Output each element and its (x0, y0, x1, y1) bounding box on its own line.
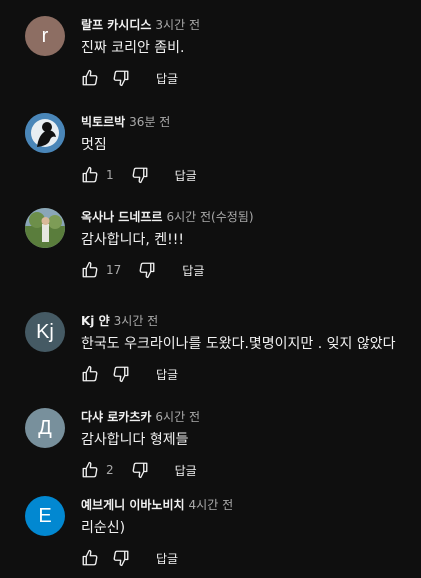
comment-text: 진짜 코리안 좀비. (81, 40, 185, 56)
comment-time[interactable]: 6시간 전 (155, 410, 200, 424)
avatar-image (25, 113, 65, 153)
comment-actions: 답글 (81, 69, 178, 87)
thumbs-up-icon[interactable] (81, 166, 99, 184)
thumbs-down-icon[interactable] (112, 365, 130, 383)
comment-header: 빅토르박 36분 전 (81, 114, 170, 130)
comment-time[interactable]: 4시간 전 (189, 498, 234, 512)
reply-button[interactable]: 답글 (175, 462, 197, 479)
author-name[interactable]: 랄프 카시디스 (81, 18, 151, 32)
thumbs-down-icon[interactable] (112, 549, 130, 567)
avatar-letter: E (38, 504, 52, 527)
avatar-letter: Kj (36, 320, 54, 343)
reply-button[interactable]: 답글 (182, 262, 204, 279)
avatar[interactable] (25, 113, 65, 153)
comment-actions: 17 답글 (81, 261, 204, 279)
avatar-letter: r (41, 24, 49, 47)
comment-header: 다샤 로카츠카 6시간 전 (81, 409, 200, 425)
reply-button[interactable]: 답글 (175, 167, 197, 184)
reply-button[interactable]: 답글 (156, 70, 178, 87)
author-name[interactable]: 예브게니 이바노비치 (81, 498, 185, 512)
comment-time[interactable]: 6시간 전(수정됨) (166, 210, 253, 224)
comment-actions: 답글 (81, 365, 178, 383)
reply-button[interactable]: 답글 (156, 366, 178, 383)
comment-text: 리순신) (81, 520, 126, 536)
thumbs-up-icon[interactable] (81, 461, 99, 479)
comment-text: 멋짐 (81, 137, 107, 153)
comment-actions: 2 답글 (81, 461, 197, 479)
thumbs-up-icon[interactable] (81, 549, 99, 567)
author-name[interactable]: Kj 얀 (81, 314, 110, 328)
comment-actions: 1 답글 (81, 166, 197, 184)
comment-list: r 랄프 카시디스 3시간 전 진짜 코리안 좀비. 답글 빅토르박 36분 전 멋… (0, 0, 421, 578)
comment-header: 예브게니 이바노비치 4시간 전 (81, 497, 233, 513)
avatar[interactable]: r (25, 16, 65, 56)
like-count: 1 (106, 168, 114, 182)
thumbs-up-icon[interactable] (81, 365, 99, 383)
thumbs-down-icon[interactable] (131, 166, 149, 184)
thumbs-down-icon[interactable] (138, 261, 156, 279)
comment-header: 옥사나 드네프르 6시간 전(수정됨) (81, 209, 254, 225)
author-name[interactable]: 다샤 로카츠카 (81, 410, 151, 424)
comment-text: 감사합니다 형제들 (81, 432, 189, 448)
comment-time[interactable]: 3시간 전 (114, 314, 159, 328)
author-name[interactable]: 옥사나 드네프르 (81, 210, 162, 224)
like-count: 17 (106, 263, 122, 277)
comment-text: 한국도 우크라이나를 도왔다.몇명이지만 . 잊지 않았다 (81, 336, 396, 352)
comment-time[interactable]: 3시간 전 (155, 18, 200, 32)
like-count: 2 (106, 463, 114, 477)
avatar-letter: Д (38, 416, 52, 439)
thumbs-down-icon[interactable] (112, 69, 130, 87)
comment-text: 감사합니다, 켄!!! (81, 232, 185, 248)
thumbs-up-icon[interactable] (81, 261, 99, 279)
avatar[interactable] (25, 208, 65, 248)
comment-time[interactable]: 36분 전 (129, 115, 170, 129)
avatar[interactable]: Kj (25, 312, 65, 352)
author-name[interactable]: 빅토르박 (81, 115, 125, 129)
comment-header: Kj 얀 3시간 전 (81, 313, 158, 329)
avatar[interactable]: Д (25, 408, 65, 448)
thumbs-up-icon[interactable] (81, 69, 99, 87)
comment-header: 랄프 카시디스 3시간 전 (81, 17, 200, 33)
reply-button[interactable]: 답글 (156, 550, 178, 567)
comment-actions: 답글 (81, 549, 178, 567)
avatar[interactable]: E (25, 496, 65, 536)
thumbs-down-icon[interactable] (131, 461, 149, 479)
avatar-image (25, 208, 65, 248)
